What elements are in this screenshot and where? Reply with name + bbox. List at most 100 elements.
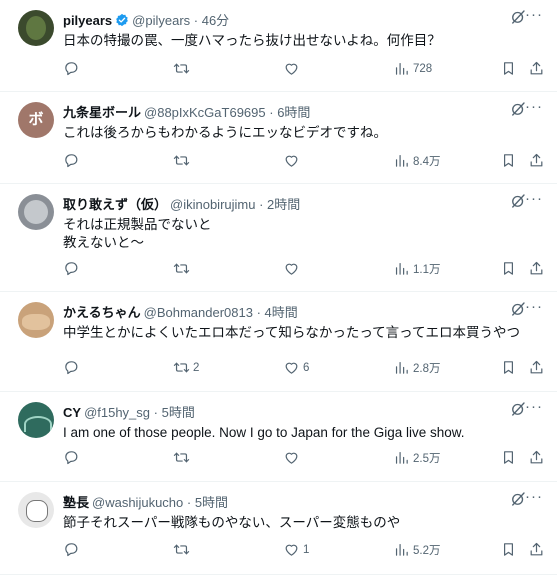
bookmark-button[interactable] [500, 60, 517, 77]
display-name[interactable]: pilyears [63, 13, 112, 28]
bookmark-button[interactable] [500, 449, 517, 466]
tweet-text: I am one of those people. Now I go to Ja… [63, 425, 465, 440]
share-button[interactable] [528, 449, 545, 466]
reply-feed: pilyears @pilyears · 46分 ··· 日本の特撮の罠、一度ハマった… [0, 0, 557, 575]
share-button[interactable] [528, 60, 545, 77]
bookmark-icon [500, 260, 517, 277]
like-button[interactable] [283, 449, 303, 466]
views-chart-icon [393, 60, 410, 77]
share-button[interactable] [528, 541, 545, 558]
retweet-button[interactable] [173, 60, 193, 77]
views-button[interactable]: 2.8万 [393, 359, 441, 376]
more-options-icon[interactable]: ··· [525, 298, 543, 315]
reply-button[interactable] [63, 449, 83, 466]
more-options-icon[interactable]: ··· [525, 488, 543, 505]
views-count: 2.5万 [413, 452, 441, 465]
views-button[interactable]: 1.1万 [393, 260, 441, 277]
more-options-icon[interactable]: ··· [525, 190, 543, 207]
retweet-icon [173, 359, 190, 376]
share-button[interactable] [528, 152, 545, 169]
share-button[interactable] [528, 260, 545, 277]
views-chart-icon [393, 449, 410, 466]
avatar[interactable] [18, 402, 54, 438]
timestamp[interactable]: 5時間 [162, 405, 195, 420]
like-button[interactable] [283, 152, 303, 169]
reply-icon [63, 359, 80, 376]
display-name[interactable]: CY [63, 405, 81, 420]
heart-icon [283, 359, 300, 376]
more-options-icon[interactable]: ··· [525, 98, 543, 115]
display-name[interactable]: かえるちゃん [63, 305, 141, 320]
tweet[interactable]: ボ 九条星ボール @88pIxKcGaT69695 · 6時間 ··· これは後ろからも… [0, 92, 557, 184]
share-button[interactable] [528, 359, 545, 376]
like-button[interactable]: 6 [283, 359, 309, 376]
display-name[interactable]: 九条星ボール [63, 105, 141, 120]
timestamp[interactable]: 4時間 [265, 305, 298, 320]
share-icon [528, 260, 545, 277]
reply-button[interactable] [63, 541, 83, 558]
reply-button[interactable] [63, 60, 83, 77]
views-button[interactable]: 2.5万 [393, 449, 441, 466]
more-options-icon[interactable]: ··· [525, 398, 543, 415]
timestamp[interactable]: 6時間 [277, 105, 310, 120]
timestamp[interactable]: 2時間 [267, 197, 300, 212]
retweet-button[interactable] [173, 260, 193, 277]
tweet[interactable]: pilyears @pilyears · 46分 ··· 日本の特撮の罠、一度ハマった… [0, 0, 557, 92]
action-bar: 1 5.2万 [63, 541, 543, 561]
timestamp[interactable]: 5時間 [195, 495, 228, 510]
reply-button[interactable] [63, 260, 83, 277]
verified-badge-icon [115, 13, 129, 30]
tweet-meta: @Bohmander0813 · 4時間 [144, 305, 298, 320]
like-button[interactable] [283, 60, 303, 77]
bookmark-button[interactable] [500, 152, 517, 169]
retweet-icon [173, 152, 190, 169]
like-button[interactable] [283, 260, 303, 277]
avatar[interactable] [18, 10, 54, 46]
retweet-button[interactable]: 2 [173, 359, 199, 376]
retweet-button[interactable] [173, 449, 193, 466]
tweet[interactable]: CY @f15hy_sg · 5時間 ··· I am one of those pe… [0, 392, 557, 482]
handle[interactable]: @f15hy_sg [84, 405, 150, 420]
reply-button[interactable] [63, 152, 83, 169]
retweet-button[interactable] [173, 152, 193, 169]
views-count: 5.2万 [413, 544, 441, 557]
reply-icon [63, 449, 80, 466]
tweet[interactable]: 取り敢えず（仮） @ikinobirujimu · 2時間 ··· それは正規製品でな… [0, 184, 557, 292]
handle[interactable]: @88pIxKcGaT69695 [144, 105, 266, 120]
avatar-initial: ボ [28, 111, 44, 128]
bookmark-icon [500, 541, 517, 558]
more-options-icon[interactable]: ··· [525, 6, 543, 23]
action-bar: 2 6 2.8万 [63, 359, 543, 379]
retweet-icon [173, 541, 190, 558]
heart-icon [283, 60, 300, 77]
retweets-count: 2 [193, 361, 200, 374]
like-button[interactable]: 1 [283, 541, 309, 558]
tweet-meta: @washijukucho · 5時間 [92, 495, 228, 510]
views-button[interactable]: 5.2万 [393, 541, 441, 558]
handle[interactable]: @washijukucho [92, 495, 183, 510]
bookmark-icon [500, 359, 517, 376]
display-name[interactable]: 塾長 [63, 495, 89, 510]
avatar[interactable] [18, 492, 54, 528]
reply-button[interactable] [63, 359, 83, 376]
bookmark-button[interactable] [500, 260, 517, 277]
avatar[interactable] [18, 302, 54, 338]
avatar[interactable] [18, 194, 54, 230]
avatar[interactable]: ボ [18, 102, 54, 138]
bookmark-button[interactable] [500, 541, 517, 558]
timestamp[interactable]: 46分 [202, 13, 229, 28]
tweet[interactable]: かえるちゃん @Bohmander0813 · 4時間 ··· 中学生とかによくいたエ… [0, 292, 557, 392]
handle[interactable]: @ikinobirujimu [170, 197, 255, 212]
bookmark-button[interactable] [500, 359, 517, 376]
retweet-button[interactable] [173, 541, 193, 558]
display-name[interactable]: 取り敢えず（仮） [63, 197, 167, 212]
handle[interactable]: @Bohmander0813 [144, 305, 253, 320]
views-button[interactable]: 8.4万 [393, 152, 441, 169]
heart-icon [283, 152, 300, 169]
tweet-header: CY @f15hy_sg · 5時間 [63, 402, 195, 421]
views-button[interactable]: 728 [393, 60, 432, 77]
handle[interactable]: @pilyears [132, 13, 190, 28]
bookmark-icon [500, 152, 517, 169]
tweet[interactable]: 塾長 @washijukucho · 5時間 ··· 節子それスーパー戦隊ものやない、… [0, 482, 557, 575]
reply-icon [63, 60, 80, 77]
